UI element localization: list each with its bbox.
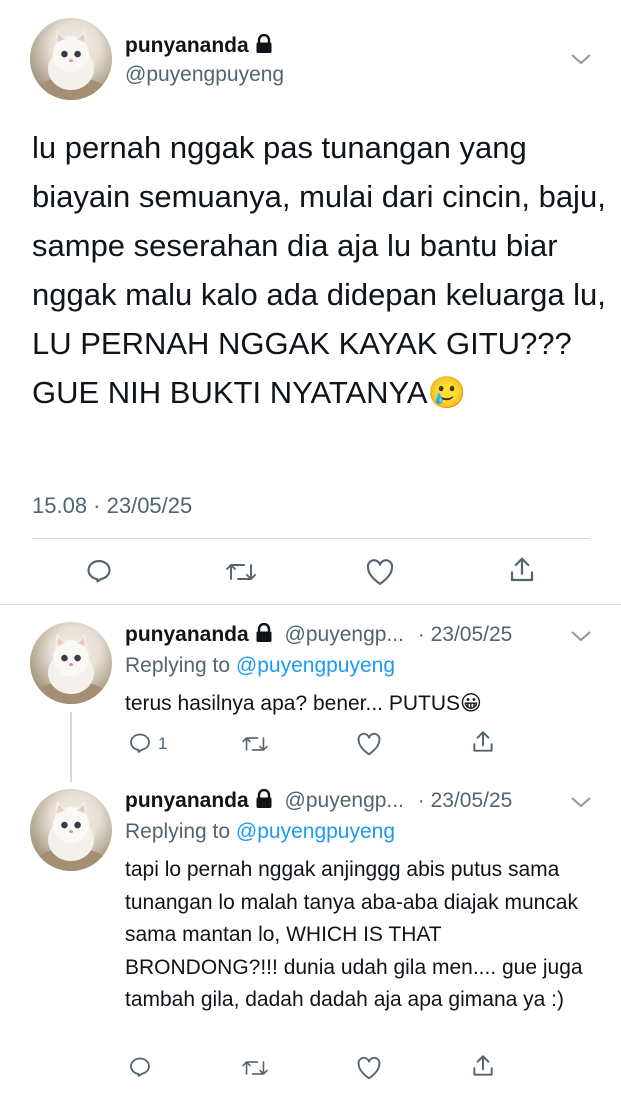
replying-to: Replying to @puyengpuyeng bbox=[125, 652, 395, 680]
share-icon[interactable] bbox=[470, 729, 496, 755]
reply-text: tapi lo pernah nggak anjinggg abis putus… bbox=[125, 858, 583, 1011]
author-row: punyananda bbox=[125, 33, 273, 59]
cat-avatar-image bbox=[36, 800, 106, 871]
reply-author-name[interactable]: punyananda bbox=[125, 623, 249, 646]
lock-icon bbox=[255, 34, 273, 54]
reply-text: terus hasilnya apa? bener... PUTUS😀 bbox=[125, 688, 595, 719]
tweet-text-content: lu pernah nggak pas tunangan yang biayai… bbox=[32, 130, 606, 410]
like-icon[interactable] bbox=[356, 1056, 382, 1080]
like-icon[interactable] bbox=[356, 732, 382, 756]
author-handle[interactable]: @puyengpuyeng bbox=[125, 62, 284, 88]
reply-date[interactable]: · 23/05/25 bbox=[418, 789, 513, 812]
retweet-icon[interactable] bbox=[241, 733, 269, 755]
reply-icon[interactable] bbox=[85, 557, 113, 585]
replying-to-link[interactable]: @puyengpuyeng bbox=[236, 654, 395, 677]
tweet-timestamp[interactable]: 15.08 · 23/05/25 bbox=[32, 492, 192, 520]
chevron-down-icon[interactable] bbox=[570, 52, 592, 66]
divider bbox=[32, 538, 590, 539]
thread-line bbox=[70, 712, 72, 782]
reply-icon[interactable] bbox=[128, 1055, 152, 1079]
reply-avatar[interactable] bbox=[30, 789, 112, 871]
lock-icon bbox=[255, 789, 273, 809]
reply-count: 1 bbox=[158, 734, 168, 753]
replying-to-link[interactable]: @puyengpuyeng bbox=[236, 820, 395, 843]
reply-header: punyananda @puyengp... · 23/05/25 bbox=[125, 621, 512, 649]
cat-avatar-image bbox=[36, 29, 106, 100]
reply-date[interactable]: · 23/05/25 bbox=[418, 623, 513, 646]
avatar[interactable] bbox=[30, 18, 112, 100]
share-icon[interactable] bbox=[507, 555, 537, 585]
cat-avatar-image bbox=[36, 633, 106, 704]
crying-smile-emoji: 🥲 bbox=[427, 375, 467, 410]
lock-icon bbox=[255, 623, 273, 643]
like-icon[interactable] bbox=[365, 558, 395, 586]
replying-to-label: Replying to bbox=[125, 820, 231, 843]
reply-icon[interactable] bbox=[128, 731, 152, 755]
grinning-emoji: 😀 bbox=[460, 692, 482, 715]
reply-author-handle[interactable]: @puyengp... bbox=[285, 789, 404, 812]
reply-text-content: terus hasilnya apa? bener... PUTUS bbox=[125, 692, 461, 715]
replying-to-label: Replying to bbox=[125, 654, 231, 677]
author-name[interactable]: punyananda bbox=[125, 34, 249, 57]
replying-to: Replying to @puyengpuyeng bbox=[125, 818, 395, 846]
retweet-icon[interactable] bbox=[241, 1057, 269, 1079]
reply-author-name[interactable]: punyananda bbox=[125, 789, 249, 812]
section-divider bbox=[0, 604, 621, 605]
chevron-down-icon[interactable] bbox=[570, 629, 592, 643]
retweet-icon[interactable] bbox=[225, 559, 257, 585]
reply-author-handle[interactable]: @puyengp... bbox=[285, 623, 404, 646]
share-icon[interactable] bbox=[470, 1053, 496, 1079]
reply-header: punyananda @puyengp... · 23/05/25 bbox=[125, 787, 512, 815]
chevron-down-icon[interactable] bbox=[570, 795, 592, 809]
reply-avatar[interactable] bbox=[30, 622, 112, 704]
tweet-text: lu pernah nggak pas tunangan yang biayai… bbox=[32, 123, 607, 417]
